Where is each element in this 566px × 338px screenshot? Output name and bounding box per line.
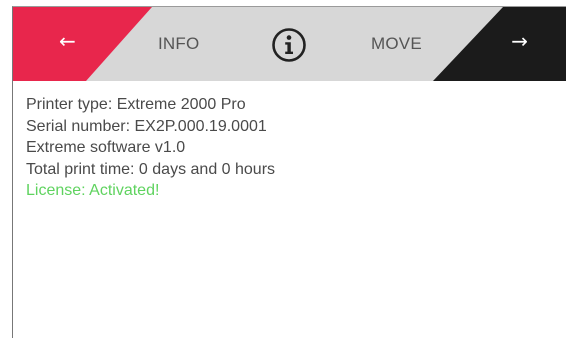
tab-info[interactable]: INFO — [158, 34, 199, 54]
next-button[interactable]: → — [456, 7, 566, 81]
info-circle-icon[interactable] — [271, 27, 307, 63]
arrow-left-icon: ← — [59, 29, 76, 53]
top-navigation-bar: ← INFO MOVE → — [13, 7, 566, 81]
printer-screen: ← INFO MOVE → Printer type: Extreme 2000… — [12, 6, 566, 338]
license-status-text: License: Activated! — [26, 182, 160, 199]
tab-move[interactable]: MOVE — [371, 34, 422, 54]
arrow-right-icon: → — [511, 29, 528, 53]
total-print-time-text: Total print time: 0 days and 0 hours — [26, 160, 276, 178]
serial-number-text: Serial number: EX2P.000.19.0001 — [26, 117, 267, 135]
printer-type-text: Printer type: Extreme 2000 Pro — [26, 96, 246, 113]
printer-info-panel: Printer type: Extreme 2000 Pro Serial nu… — [26, 94, 556, 202]
software-version-text: Extreme software v1.0 — [26, 139, 186, 156]
back-button[interactable]: ← — [13, 7, 133, 81]
